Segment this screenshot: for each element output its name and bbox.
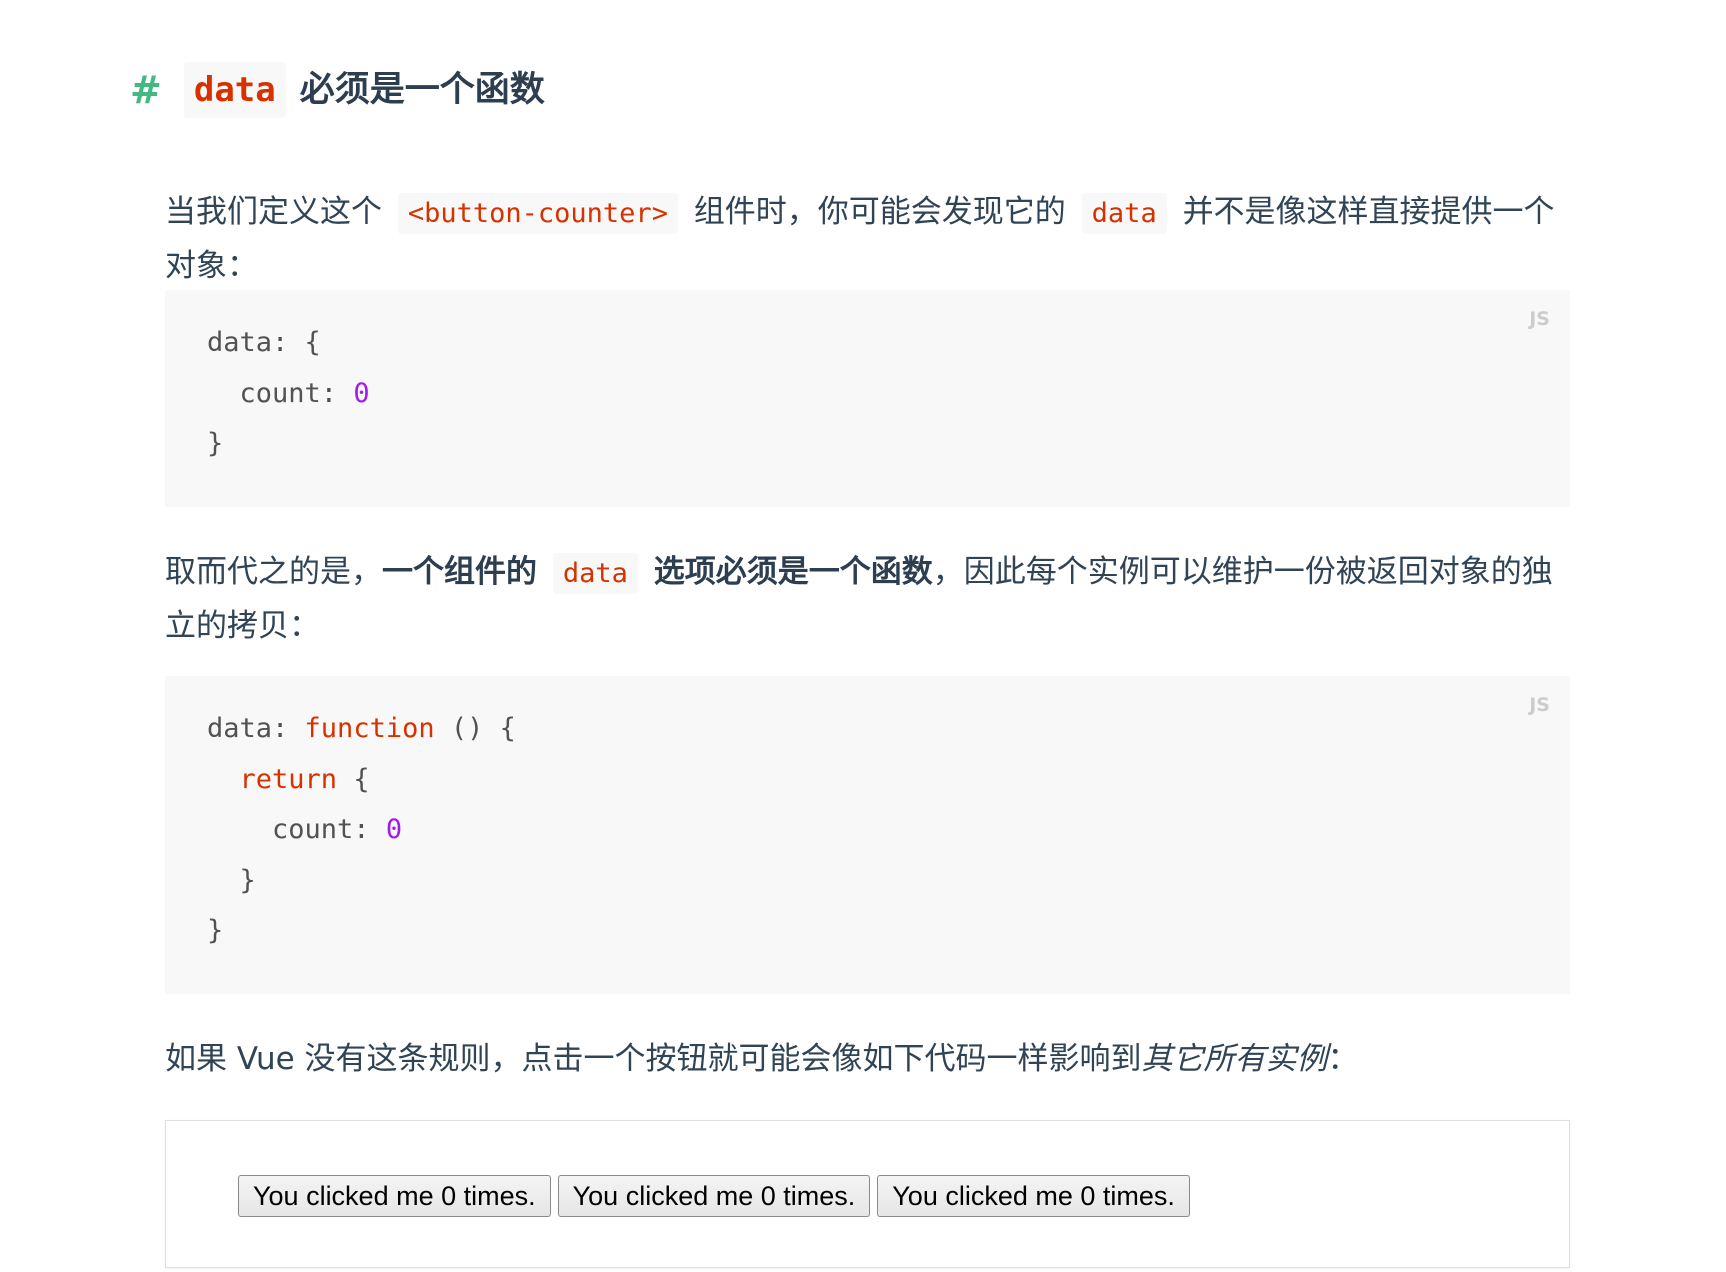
warning-emphasis: 其它所有实例	[1141, 1041, 1328, 1077]
heading-anchor-link[interactable]: #	[130, 71, 162, 109]
code-keyword: return	[239, 763, 338, 795]
code-number: 0	[385, 814, 403, 845]
code-content: data: { count: 0 }	[207, 318, 370, 470]
code-line: count:	[207, 814, 386, 845]
docs-page: # data 必须是一个函数 当我们定义这个 <button-counter> …	[0, 0, 1726, 1272]
code-block-function: JS data: function () { return { count: 0…	[165, 676, 1570, 994]
code-number: 0	[353, 377, 370, 409]
code-content: data: function () { return { count: 0 } …	[207, 704, 516, 957]
intro-text-1: 当我们定义这个	[165, 194, 382, 230]
heading-text: 必须是一个函数	[299, 69, 545, 110]
warning-text-1: 如果 Vue 没有这条规则，点击一个按钮就可能会像如下代码一样影响到	[165, 1041, 1142, 1077]
section-heading: # data 必须是一个函数	[130, 60, 545, 120]
code-line: }	[207, 864, 256, 896]
code-line: data: {	[207, 327, 321, 358]
explanation-paragraph: 取而代之的是，一个组件的 data 选项必须是一个函数，因此每个实例可以维护一份…	[165, 546, 1570, 652]
explain-strong-2: 选项必须是一个函数	[653, 554, 933, 590]
code-keyword: function	[304, 713, 435, 744]
code-block-object: JS data: { count: 0 }	[165, 290, 1570, 507]
code-line: }	[207, 915, 224, 946]
inline-code-data: data	[552, 553, 638, 594]
intro-paragraph: 当我们定义这个 <button-counter> 组件时，你可能会发现它的 da…	[165, 186, 1570, 292]
explain-strong-1: 一个组件的	[382, 554, 537, 590]
warning-text-2: ：	[1327, 1041, 1359, 1077]
heading-code: data	[183, 61, 286, 119]
counter-button-2[interactable]: You clicked me 0 times.	[557, 1175, 871, 1217]
code-line: data:	[207, 713, 305, 744]
inline-code-button-counter: <button-counter>	[397, 193, 678, 234]
code-line: count:	[207, 377, 354, 409]
code-line: () {	[434, 713, 516, 744]
warning-paragraph: 如果 Vue 没有这条规则，点击一个按钮就可能会像如下代码一样影响到其它所有实例…	[165, 1033, 1570, 1085]
intro-text-2: 组件时，你可能会发现它的	[693, 194, 1066, 230]
code-line: {	[337, 763, 370, 795]
code-lang-label: JS	[1529, 308, 1550, 330]
demo-box: You clicked me 0 times. You clicked me 0…	[165, 1120, 1570, 1268]
code-line: }	[207, 428, 224, 459]
counter-button-3[interactable]: You clicked me 0 times.	[877, 1175, 1190, 1217]
demo-button-row: You clicked me 0 times. You clicked me 0…	[238, 1175, 1190, 1217]
code-lang-label: JS	[1529, 694, 1550, 716]
counter-button-1[interactable]: You clicked me 0 times.	[238, 1175, 551, 1217]
explain-text-1: 取而代之的是，	[165, 554, 382, 590]
inline-code-data: data	[1081, 193, 1167, 234]
